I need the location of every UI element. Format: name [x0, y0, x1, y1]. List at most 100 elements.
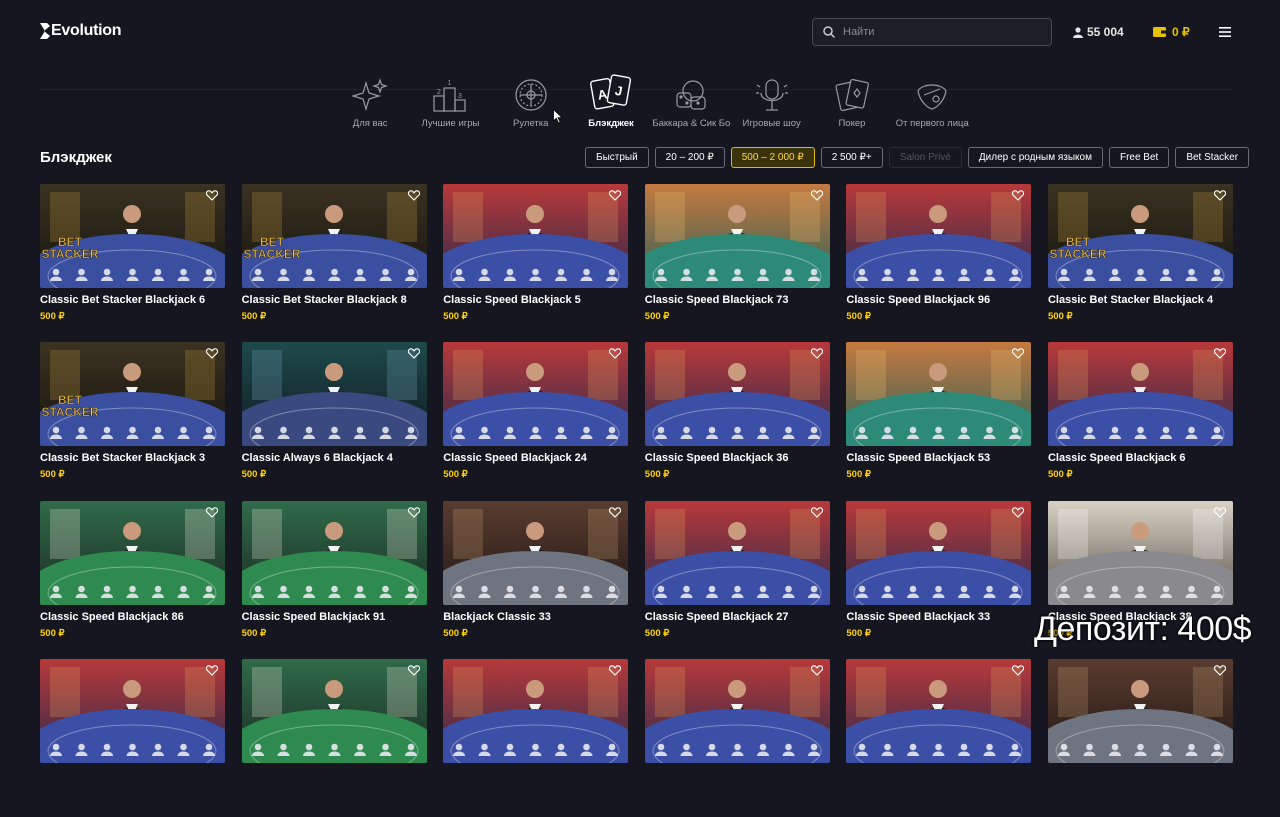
- favorite-heart-icon[interactable]: [206, 665, 218, 676]
- game-card[interactable]: Classic Speed Blackjack 36 500 ₽: [644, 342, 830, 500]
- game-card[interactable]: Classic Speed Blackjack 96 500 ₽: [846, 184, 1032, 342]
- favorite-heart-icon[interactable]: [810, 665, 823, 676]
- game-card[interactable]: [241, 658, 427, 817]
- game-card[interactable]: Classic Always 6 Blackjack 4 500 ₽: [241, 342, 427, 500]
- game-thumbnail[interactable]: BET STACKER: [1047, 184, 1233, 288]
- game-card[interactable]: BET STACKER Classic Bet Stacker Blackjack …: [40, 184, 225, 342]
- filter-native-language-dealer[interactable]: Дилер с родным языком: [967, 147, 1103, 168]
- favorite-heart-icon[interactable]: [206, 506, 218, 518]
- game-card[interactable]: Classic Speed Blackjack 33 500 ₽: [846, 500, 1032, 659]
- game-thumbnail[interactable]: [443, 500, 629, 605]
- game-thumbnail[interactable]: [1047, 342, 1233, 447]
- game-thumbnail[interactable]: [443, 658, 629, 763]
- game-thumbnail[interactable]: BET STACKER: [40, 184, 225, 288]
- game-thumbnail[interactable]: [1047, 658, 1233, 763]
- game-thumbnail[interactable]: [443, 342, 629, 447]
- favorite-heart-icon[interactable]: [407, 190, 420, 201]
- game-thumbnail[interactable]: [1047, 500, 1233, 605]
- game-card[interactable]: Classic Speed Blackjack 91 500 ₽: [241, 500, 427, 659]
- favorite-heart-icon[interactable]: [1213, 348, 1226, 360]
- game-card[interactable]: BET STACKER Classic Bet Stacker Blackjack …: [241, 184, 427, 342]
- game-thumbnail[interactable]: [846, 184, 1032, 288]
- game-thumbnail[interactable]: [644, 500, 830, 605]
- favorite-heart-icon[interactable]: [810, 348, 823, 360]
- menu-icon[interactable]: [1219, 26, 1231, 38]
- category-blackjack[interactable]: AJ Блэкджек: [571, 66, 651, 129]
- game-min-bet: 500 ₽: [644, 469, 670, 481]
- category-game-shows[interactable]: Игровые шоу: [731, 66, 811, 129]
- balance[interactable]: 0 ₽: [1153, 25, 1190, 39]
- search-icon: [823, 26, 835, 38]
- game-card[interactable]: Classic Speed Blackjack 73 500 ₽: [644, 184, 830, 342]
- game-thumbnail[interactable]: [241, 342, 427, 447]
- game-card[interactable]: [443, 658, 629, 817]
- favorite-heart-icon[interactable]: [609, 506, 622, 518]
- players-count: 55 004: [1073, 25, 1124, 39]
- game-thumbnail[interactable]: BET STACKER: [40, 342, 225, 447]
- favorite-heart-icon[interactable]: [407, 506, 420, 518]
- favorite-heart-icon[interactable]: [609, 190, 622, 201]
- filter-stake-2500-plus[interactable]: 2 500 ₽+: [820, 147, 883, 168]
- game-card[interactable]: BET STACKER Classic Bet Stacker Blackjack …: [1047, 184, 1233, 342]
- category-baccarat[interactable]: Баккара & Сик Бо: [651, 66, 731, 129]
- game-card[interactable]: Blackjack Classic 33 500 ₽: [443, 500, 629, 659]
- favorite-heart-icon[interactable]: [1012, 190, 1025, 201]
- favorite-heart-icon[interactable]: [407, 348, 420, 360]
- favorite-heart-icon[interactable]: [1012, 348, 1025, 360]
- favorite-heart-icon[interactable]: [206, 190, 218, 201]
- search-box[interactable]: [812, 18, 1052, 46]
- filter-bet-stacker[interactable]: Bet Stacker: [1175, 147, 1250, 168]
- game-card[interactable]: [644, 658, 830, 817]
- game-thumbnail[interactable]: [644, 342, 830, 447]
- favorite-heart-icon[interactable]: [1213, 506, 1226, 518]
- game-card[interactable]: Classic Speed Blackjack 86 500 ₽: [40, 500, 225, 659]
- favorite-heart-icon[interactable]: [609, 665, 622, 676]
- game-card[interactable]: Classic Speed Blackjack 6 500 ₽: [1047, 342, 1233, 500]
- game-thumbnail[interactable]: [846, 342, 1032, 447]
- favorite-heart-icon[interactable]: [1213, 190, 1226, 201]
- favorite-heart-icon[interactable]: [609, 348, 622, 360]
- game-card[interactable]: BET STACKER Classic Bet Stacker Blackjack …: [40, 342, 225, 500]
- favorite-heart-icon[interactable]: [810, 506, 823, 518]
- game-thumbnail[interactable]: [443, 184, 629, 288]
- filter-stake-20-200[interactable]: 20 – 200 ₽: [654, 147, 725, 168]
- game-card[interactable]: [1047, 658, 1233, 817]
- favorite-heart-icon[interactable]: [407, 665, 420, 676]
- sparkles-icon: [349, 74, 391, 116]
- game-thumbnail[interactable]: [846, 500, 1032, 605]
- game-thumbnail[interactable]: [241, 658, 427, 763]
- category-label: Рулетка: [513, 118, 549, 129]
- game-thumbnail[interactable]: [241, 500, 427, 605]
- favorite-heart-icon[interactable]: [1012, 665, 1025, 676]
- game-thumbnail[interactable]: [644, 184, 830, 288]
- favorite-heart-icon[interactable]: [1012, 506, 1025, 518]
- category-poker[interactable]: Покер: [812, 66, 892, 129]
- search-input[interactable]: [843, 26, 1033, 38]
- category-first-person[interactable]: От первого лица: [892, 66, 972, 129]
- microphone-icon: [751, 74, 793, 116]
- brand-name: Evolution: [51, 22, 122, 39]
- game-card[interactable]: [846, 658, 1032, 817]
- favorite-heart-icon[interactable]: [206, 348, 218, 360]
- game-thumbnail[interactable]: [846, 658, 1032, 763]
- favorite-heart-icon[interactable]: [810, 190, 823, 201]
- deposit-overlay: Депозит: 400$: [1034, 610, 1252, 648]
- filter-free-bet[interactable]: Free Bet: [1108, 147, 1170, 168]
- game-card[interactable]: Classic Speed Blackjack 5 500 ₽: [443, 184, 629, 342]
- section-title: Блэкджек: [40, 149, 112, 166]
- game-card[interactable]: Classic Speed Blackjack 27 500 ₽: [644, 500, 830, 659]
- game-card[interactable]: Classic Speed Blackjack 24 500 ₽: [443, 342, 629, 500]
- game-thumbnail[interactable]: [644, 658, 830, 763]
- favorite-heart-icon[interactable]: [1213, 665, 1226, 676]
- category-top-games[interactable]: 12 3 Лучшие игры: [410, 66, 490, 129]
- category-for-you[interactable]: Для вас: [330, 66, 410, 129]
- game-min-bet: 500 ₽: [443, 469, 468, 481]
- game-card[interactable]: Classic Speed Blackjack 53 500 ₽: [846, 342, 1032, 500]
- game-thumbnail[interactable]: [40, 500, 225, 605]
- game-thumbnail[interactable]: [40, 658, 225, 763]
- filter-stake-500-2000[interactable]: 500 – 2 000 ₽: [730, 147, 815, 168]
- evolution-logo[interactable]: Evolution: [40, 22, 121, 40]
- game-thumbnail[interactable]: BET STACKER: [241, 184, 427, 288]
- filter-speed[interactable]: Быстрый: [585, 147, 649, 168]
- game-card[interactable]: [40, 658, 225, 817]
